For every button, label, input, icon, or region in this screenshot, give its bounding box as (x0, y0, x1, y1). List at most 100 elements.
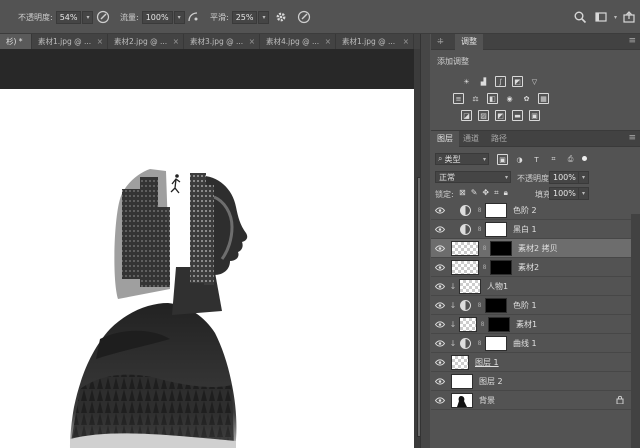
layer-name[interactable]: 黑白 1 (513, 224, 537, 235)
airbrush-icon[interactable] (186, 10, 200, 24)
layer-thumbnail[interactable] (451, 354, 469, 370)
close-icon[interactable]: × (403, 34, 409, 49)
type-filter-icon[interactable]: T (531, 154, 542, 165)
visibility-eye-icon[interactable] (431, 353, 449, 372)
black-white-icon[interactable]: ◧ (487, 93, 498, 104)
layer-mask-thumbnail[interactable] (490, 240, 512, 256)
fill-dropdown[interactable]: ▾ (578, 187, 589, 200)
layer-name[interactable]: 图层 1 (475, 357, 499, 368)
layer-thumbnail[interactable] (451, 259, 479, 275)
layer-row-material2-copy[interactable]: 8 素材2 拷贝 (431, 239, 632, 258)
close-icon[interactable]: × (249, 34, 255, 49)
doc-tab-3[interactable]: 素材3.jpg @ ... × (184, 34, 260, 49)
smooth-input[interactable]: 25% (231, 11, 258, 24)
visibility-eye-icon[interactable] (431, 239, 449, 258)
document-canvas[interactable] (0, 89, 414, 448)
posterize-icon[interactable]: ▨ (478, 110, 489, 121)
layer-row-layer-1[interactable]: 图层 1 (431, 353, 632, 372)
layer-name[interactable]: 素材2 拷贝 (518, 243, 558, 254)
layer-mask-thumbnail[interactable] (485, 335, 507, 351)
layer-opacity-input[interactable]: 100% (549, 171, 580, 184)
lock-paint-icon[interactable]: ✎ (471, 188, 478, 198)
layer-mask-thumbnail[interactable] (485, 297, 507, 313)
layer-name[interactable]: 背景 (479, 395, 495, 406)
visibility-eye-icon[interactable] (431, 391, 449, 410)
visibility-eye-icon[interactable] (431, 220, 449, 239)
exposure-icon[interactable]: ◩ (512, 76, 523, 87)
smart-object-filter-icon[interactable]: ⎙ (565, 154, 576, 165)
curves-icon[interactable]: ∫ (495, 76, 506, 87)
photo-filter-icon[interactable]: ◉ (504, 93, 515, 104)
visibility-eye-icon[interactable] (431, 315, 449, 334)
canvas-area[interactable] (0, 49, 421, 448)
search-icon[interactable] (573, 10, 587, 24)
filter-toggle-icon[interactable] (582, 156, 587, 161)
layer-row-black-white-1[interactable]: 8 黑白 1 (431, 220, 632, 239)
opacity-input[interactable]: 54% (55, 11, 82, 24)
threshold-icon[interactable]: ◩ (495, 110, 506, 121)
layer-opacity-dropdown[interactable]: ▾ (578, 171, 589, 184)
layer-row-material1[interactable]: ↓ 8 素材1 (431, 315, 632, 334)
flow-input[interactable]: 100% (141, 11, 173, 24)
doc-tab-1[interactable]: 素材1.jpg @ ... × (32, 34, 108, 49)
adjustment-filter-icon[interactable]: ◑ (514, 154, 525, 165)
panel-menu-icon[interactable]: ≡ (628, 133, 636, 143)
layer-name[interactable]: 色阶 2 (513, 205, 537, 216)
lock-all-icon[interactable]: 🔒︎ (504, 188, 508, 198)
brightness-icon[interactable]: ☀ (461, 76, 472, 87)
blend-mode-select[interactable]: 正常 ▾ (435, 171, 511, 183)
vibrance-icon[interactable]: ▽ (529, 76, 540, 87)
gradient-map-icon[interactable]: ▬ (512, 110, 523, 121)
pixel-filter-icon[interactable]: ▣ (497, 154, 508, 165)
layers-scrollbar[interactable] (631, 214, 640, 448)
lock-transparent-icon[interactable]: ⊠ (459, 188, 466, 198)
visibility-eye-icon[interactable] (431, 334, 449, 353)
layer-name[interactable]: 人物1 (487, 281, 508, 292)
layer-mask-thumbnail[interactable] (485, 202, 507, 218)
share-icon[interactable] (622, 10, 636, 24)
color-balance-icon[interactable]: ⚖ (470, 93, 481, 104)
gear-icon[interactable] (274, 10, 288, 24)
layer-filter-select[interactable]: ⌕ 类型 ▾ (435, 153, 489, 165)
fill-input[interactable]: 100% (549, 187, 580, 200)
visibility-eye-icon[interactable] (431, 277, 449, 296)
visibility-eye-icon[interactable] (431, 201, 449, 220)
layer-name[interactable]: 色阶 1 (513, 300, 537, 311)
layer-mask-thumbnail[interactable] (490, 259, 512, 275)
layer-thumbnail[interactable] (451, 392, 473, 408)
smooth-dropdown[interactable]: ▾ (258, 11, 270, 24)
doc-tab-current[interactable]: 杉) * (0, 34, 32, 49)
workspace-dropdown[interactable]: ▾ (610, 11, 621, 24)
panel-menu-icon[interactable]: ≡ (628, 36, 636, 46)
close-icon[interactable]: × (173, 34, 179, 49)
layer-row-material2[interactable]: 8 素材2 (431, 258, 632, 277)
flow-dropdown[interactable]: ▾ (173, 11, 185, 24)
layer-name[interactable]: 图层 2 (479, 376, 503, 387)
layer-mask-thumbnail[interactable] (488, 316, 510, 332)
invert-icon[interactable]: ◪ (461, 110, 472, 121)
close-icon[interactable]: × (325, 34, 331, 49)
tab-adjustments[interactable]: 调整 (455, 34, 483, 50)
layer-name[interactable]: 素材1 (516, 319, 537, 330)
levels-icon[interactable]: ▟ (478, 76, 489, 87)
doc-tab-4[interactable]: 素材4.jpg @ ... × (260, 34, 336, 49)
layer-thumbnail[interactable] (451, 373, 473, 389)
close-icon[interactable]: × (97, 34, 103, 49)
pressure-size-icon[interactable] (297, 10, 311, 24)
doc-tab-5[interactable]: 素材1.jpg @ ... × (336, 34, 414, 49)
panel-collapse-tab[interactable]: ⁜ (431, 34, 455, 50)
lock-artboard-icon[interactable]: ⌗ (494, 188, 499, 198)
tab-paths[interactable]: 路径 (485, 131, 513, 147)
layer-row-person1[interactable]: ↓ 人物1 (431, 277, 632, 296)
pressure-opacity-icon[interactable] (96, 10, 110, 24)
layer-name[interactable]: 曲线 1 (513, 338, 537, 349)
layer-thumbnail[interactable] (451, 240, 479, 256)
channel-mixer-icon[interactable]: ✿ (521, 93, 532, 104)
visibility-eye-icon[interactable] (431, 258, 449, 277)
layer-row-curves-1[interactable]: ↓ 8 曲线 1 (431, 334, 632, 353)
hue-saturation-icon[interactable]: ≡ (453, 93, 464, 104)
shape-filter-icon[interactable]: ⌗ (548, 154, 559, 165)
tab-layers[interactable]: 图层 (431, 131, 459, 147)
layer-row-background[interactable]: 背景 (431, 391, 632, 410)
layer-name[interactable]: 素材2 (518, 262, 539, 273)
